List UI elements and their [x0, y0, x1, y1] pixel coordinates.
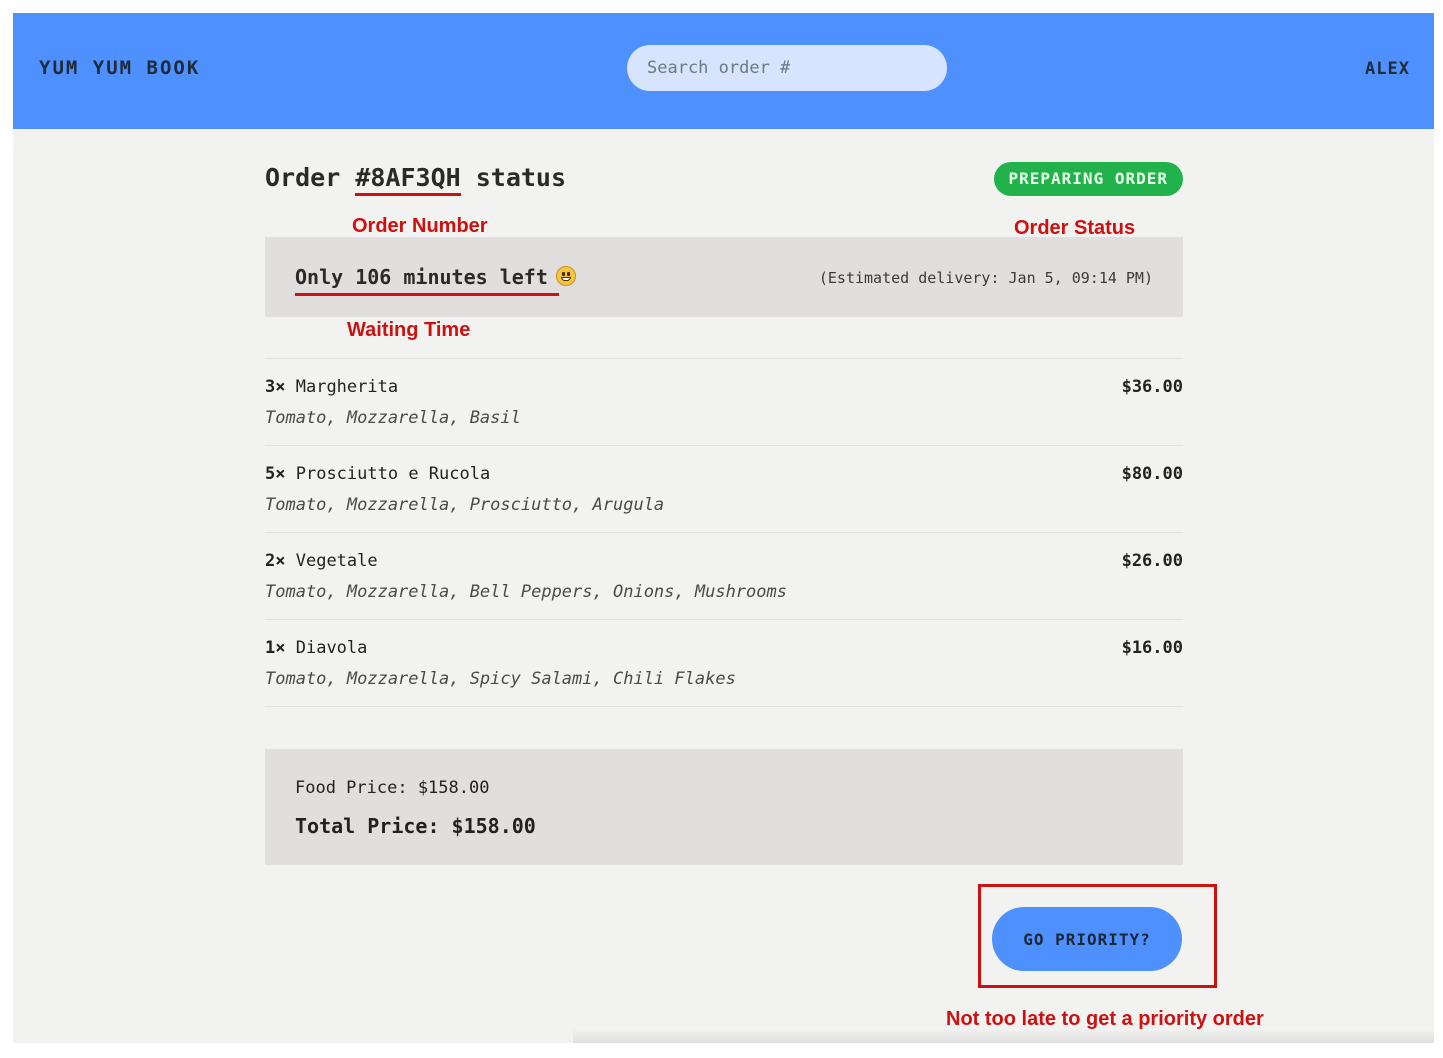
order-title-row: Order #8AF3QH status PREPARING ORDER: [265, 162, 1183, 203]
item-ingredients: Tomato, Mozzarella, Spicy Salami, Chili …: [265, 669, 736, 689]
order-title-suffix: status: [460, 163, 567, 192]
order-number: #8AF3QH: [355, 163, 461, 196]
item-ingredients: Tomato, Mozzarella, Basil: [265, 408, 521, 428]
go-priority-button[interactable]: GO PRIORITY?: [992, 907, 1182, 971]
item-title: 5× Prosciutto e Rucola: [265, 464, 490, 484]
annotation-priority: Not too late to get a priority order: [946, 1008, 1264, 1030]
item-quantity: 3×: [265, 377, 286, 397]
top-bar: YUM YUM BOOK ALEX: [13, 13, 1434, 129]
username: ALEX: [1365, 59, 1410, 79]
waiting-time-text: Only 106 minutes left: [295, 265, 548, 289]
item-quantity: 5×: [265, 464, 286, 484]
item-price: $36.00: [1121, 377, 1183, 397]
estimated-delivery: (Estimated delivery: Jan 5, 09:14 PM): [818, 269, 1153, 287]
order-title-prefix: Order: [265, 163, 356, 192]
item-price: $80.00: [1121, 464, 1183, 484]
item-ingredients: Tomato, Mozzarella, Bell Peppers, Onions…: [265, 582, 787, 602]
grinning-face-icon: [555, 266, 576, 286]
total-price: Total Price: $158.00: [295, 814, 536, 838]
price-summary: Food Price: $158.00 Total Price: $158.00: [265, 749, 1183, 865]
item-quantity: 1×: [265, 638, 286, 658]
order-items-list: 3× Margherita Tomato, Mozzarella, Basil …: [265, 358, 1183, 707]
food-price: Food Price: $158.00: [295, 778, 490, 798]
item-name: Vegetale: [295, 551, 378, 571]
item-title: 2× Vegetale: [265, 551, 378, 571]
item-ingredients: Tomato, Mozzarella, Prosciutto, Arugula: [265, 495, 665, 515]
waiting-time-underline: [295, 293, 559, 296]
bottom-shadow: [573, 1029, 1434, 1043]
waiting-time-panel: Only 106 minutes left (Estimated deliver…: [265, 237, 1183, 317]
item-price: $26.00: [1121, 551, 1183, 571]
item-quantity: 2×: [265, 551, 286, 571]
annotation-order-number: Order Number: [352, 215, 488, 237]
app-window: YUM YUM BOOK ALEX Order #8AF3QH status P…: [13, 13, 1434, 1043]
annotation-waiting-time: Waiting Time: [347, 319, 471, 341]
page-title: Order #8AF3QH status: [265, 163, 567, 196]
item-name: Prosciutto e Rucola: [295, 464, 491, 484]
list-item: 3× Margherita Tomato, Mozzarella, Basil …: [265, 359, 1183, 446]
item-title: 1× Diavola: [265, 638, 367, 658]
search-order-input[interactable]: [627, 45, 947, 91]
app-logo[interactable]: YUM YUM BOOK: [39, 57, 200, 79]
list-item: 2× Vegetale Tomato, Mozzarella, Bell Pep…: [265, 533, 1183, 620]
item-price: $16.00: [1121, 638, 1183, 658]
item-title: 3× Margherita: [265, 377, 398, 397]
list-item: 1× Diavola Tomato, Mozzarella, Spicy Sal…: [265, 620, 1183, 707]
waiting-time: Only 106 minutes left: [295, 265, 576, 289]
status-badge: PREPARING ORDER: [993, 162, 1183, 196]
item-name: Margherita: [295, 377, 399, 397]
list-item: 5× Prosciutto e Rucola Tomato, Mozzarell…: [265, 446, 1183, 533]
item-name: Diavola: [295, 638, 368, 658]
